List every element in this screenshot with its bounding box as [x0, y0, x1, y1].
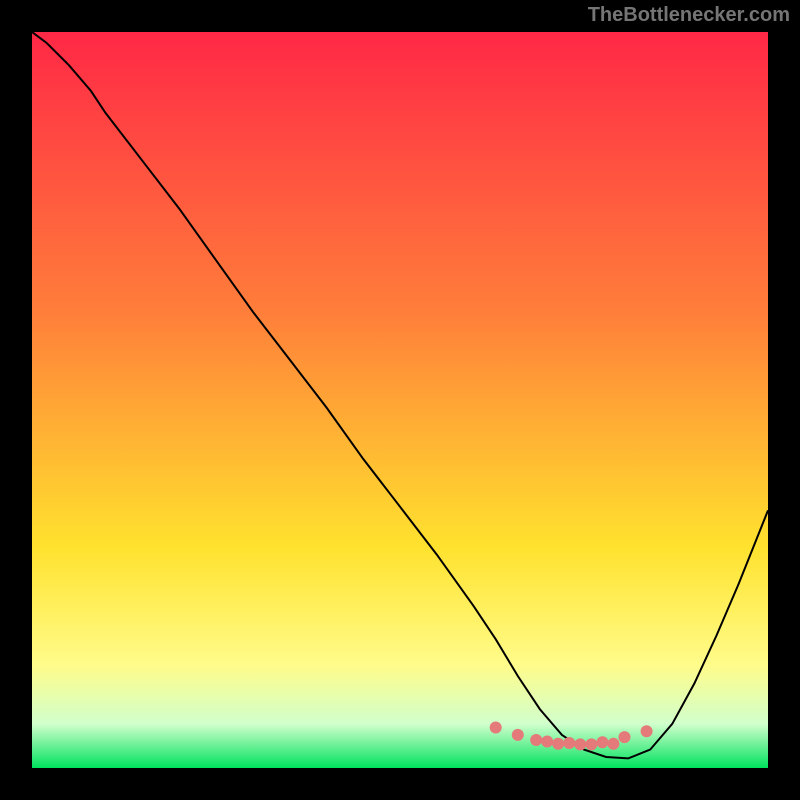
marker-dot	[563, 737, 575, 749]
marker-dot	[530, 734, 542, 746]
marker-dot	[641, 725, 653, 737]
marker-dot	[552, 738, 564, 750]
marker-dot	[585, 738, 597, 750]
chart-svg	[32, 32, 768, 768]
marker-dot	[512, 729, 524, 741]
marker-dot	[596, 736, 608, 748]
marker-dot	[490, 722, 502, 734]
marker-dot	[541, 736, 553, 748]
marker-dot	[607, 738, 619, 750]
marker-dot	[619, 731, 631, 743]
gradient-background	[32, 32, 768, 768]
chart-plot-area	[32, 32, 768, 768]
marker-dot	[574, 738, 586, 750]
watermark-text: TheBottlenecker.com	[588, 4, 790, 27]
